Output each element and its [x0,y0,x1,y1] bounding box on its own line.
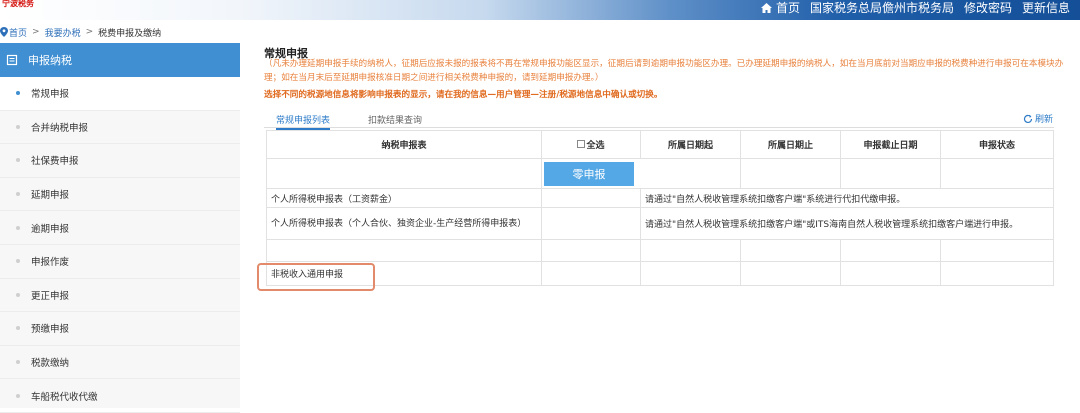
form-name[interactable]: 个人所得税申报表（个人合伙、独资企业-生产经营所得申报表） [266,207,542,240]
refresh-icon [1023,114,1033,123]
filing-notice: （凡未办理延期申报手续的纳税人，征期后应报未报的报表将不再在常规申报功能区显示，… [264,59,1064,83]
col-header-status: 申报状态 [940,130,1054,159]
sidebar-item-prepayment-filing[interactable]: 预缴申报 [0,312,240,346]
highlight-annotation [257,263,375,291]
tab-regular-filing-list[interactable]: 常规申报列表 [276,113,331,130]
bullet-icon [16,292,20,297]
top-banner: 宁波税务 首页 国家税务总局儋州市税务局 修改密码 更新信息 [0,0,1080,20]
sidebar-item-regular-filing[interactable]: 常规申报 [0,77,240,111]
table-row: 非税收入通用申报 [266,261,1054,286]
bullet-icon [16,326,20,331]
bullet-icon [16,225,20,230]
sidebar-header[interactable]: 申报纳税 [0,43,240,77]
location-pin-icon [0,27,8,37]
sidebar-item-correction-filing[interactable]: 更正申报 [0,279,240,313]
home-icon [760,3,772,13]
select-all-checkbox[interactable] [577,140,586,149]
bullet-icon [16,393,20,398]
breadcrumb-home[interactable]: 首页 [9,26,27,39]
top-nav: 首页 国家税务总局儋州市税务局 修改密码 更新信息 [760,2,1070,14]
form-name[interactable]: 个人所得税申报表（工资薪金） [266,188,542,208]
tax-source-notice: 选择不同的税源地信息将影响申报表的显示，请在我的信息—用户管理—注册/税源地信息… [264,90,663,100]
sidebar-item-social-insurance[interactable]: 社保费申报 [0,144,240,178]
sidebar-title: 申报纳税 [28,54,72,67]
bullet-icon [16,158,20,163]
col-header-period-start: 所属日期起 [640,130,741,159]
breadcrumb-current: 税费申报及缴纳 [98,28,162,39]
table-row: 零申报 [266,158,1054,189]
sidebar-item-overdue-filing[interactable]: 逾期申报 [0,211,240,245]
nav-change-password-link[interactable]: 修改密码 [964,2,1012,14]
table-row [266,239,1054,262]
table-row: 个人所得税申报表（个人合伙、独资企业-生产经营所得申报表） 请通过"自然人税收管… [266,207,1054,240]
sidebar-item-void-filing[interactable]: 申报作废 [0,245,240,279]
bullet-icon [16,360,20,365]
site-logo: 宁波税务 [2,0,34,8]
sidebar: 申报纳税 常规申报 合并纳税申报 社保费申报 延期申报 逾期申报 申报作废 更正… [0,43,240,413]
nav-home-link[interactable]: 首页 [776,2,800,14]
bullet-icon [16,91,20,96]
breadcrumb: 首页 > 我要办税 > 税费申报及缴纳 [0,25,161,39]
zero-filing-button[interactable]: 零申报 [544,161,634,186]
nav-tax-bureau-link[interactable]: 国家税务总局儋州市税务局 [810,2,954,14]
filing-table: 纳税申报表 全选 所属日期起 所属日期止 申报截止日期 申报状态 零申报 个人所… [266,130,1054,286]
bullet-icon [16,124,20,129]
bullet-icon [16,192,20,197]
col-header-period-end: 所属日期止 [740,130,841,159]
col-header-form: 纳税申报表 [266,130,542,159]
row-note: 请通过"自然人税收管理系统扣缴客户端"或ITS海南自然人税收管理系统扣缴客户端进… [640,207,1054,240]
tab-deduction-results[interactable]: 扣款结果查询 [368,113,422,126]
sidebar-item-consolidated-filing[interactable]: 合并纳税申报 [0,111,240,145]
sidebar-item-extension-filing[interactable]: 延期申报 [0,178,240,212]
bullet-icon [16,259,20,264]
document-icon [6,54,18,66]
col-header-select-all[interactable]: 全选 [541,130,641,159]
row-note: 请通过"自然人税收管理系统扣缴客户端"系统进行代扣代缴申报。 [640,188,1054,208]
table-row: 个人所得税申报表（工资薪金） 请通过"自然人税收管理系统扣缴客户端"系统进行代扣… [266,188,1054,208]
refresh-button[interactable]: 刷新 [1023,112,1053,125]
tab-bar: 常规申报列表 扣款结果查询 刷新 [264,109,1054,130]
col-header-deadline: 申报截止日期 [840,130,941,159]
breadcrumb-tax-tasks[interactable]: 我要办税 [45,26,81,39]
sidebar-item-tax-payment[interactable]: 税款缴纳 [0,346,240,380]
table-header-row: 纳税申报表 全选 所属日期起 所属日期止 申报截止日期 申报状态 [266,130,1054,159]
nav-update-info-link[interactable]: 更新信息 [1022,2,1070,14]
